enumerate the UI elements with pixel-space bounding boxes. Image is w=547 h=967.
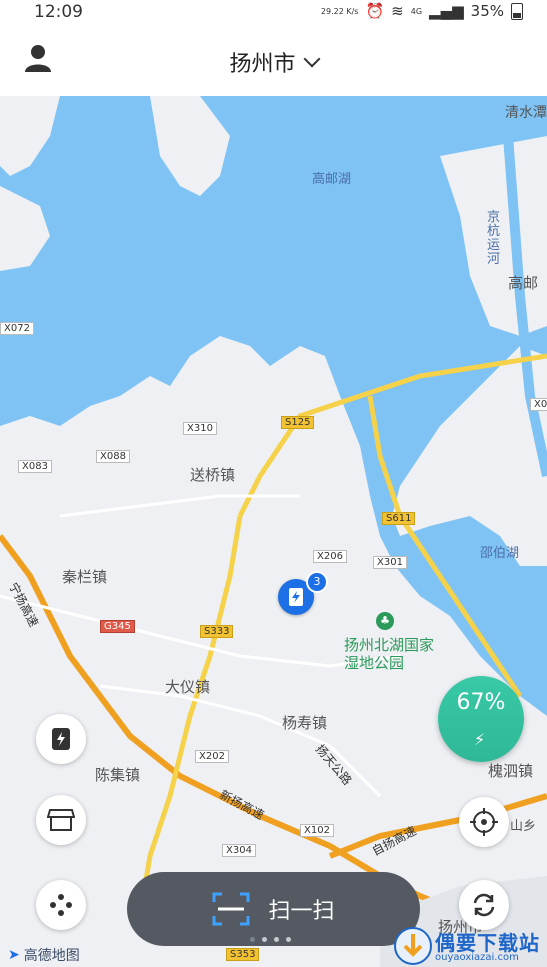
refresh-button[interactable]	[459, 880, 509, 930]
battery-gauge[interactable]: 67% ⚡	[438, 676, 524, 762]
road-tag-s125: S125	[281, 416, 315, 429]
road-tag-s333: S333	[200, 625, 234, 638]
road-tag-x304: X304	[222, 844, 256, 857]
page-dot	[274, 937, 279, 942]
map-label-gaoyou-lake: 高邮湖	[312, 172, 352, 187]
road-tag-x0: X0	[530, 398, 547, 411]
road-tag-x102: X102	[300, 824, 334, 837]
wifi-icon: ≋	[391, 2, 404, 20]
charging-pile-icon	[52, 728, 70, 750]
scan-label: 扫一扫	[268, 899, 335, 924]
crosshair-icon	[470, 808, 498, 836]
map-label-qingshui: 清水潭	[505, 105, 547, 121]
battery-icon	[511, 2, 523, 20]
map-label-shanxiang: 山乡	[510, 819, 537, 834]
scan-button[interactable]: 扫一扫	[127, 872, 420, 946]
station-count-badge: 3	[306, 571, 328, 593]
road-tag-s611: S611	[382, 512, 416, 525]
map-label-chenji: 陈集镇	[95, 766, 141, 784]
signal-label: 4G	[410, 6, 423, 16]
road-tag-x206: X206	[313, 550, 347, 563]
map-park-marker: ♣	[376, 612, 394, 630]
battery-level: 67%	[456, 690, 506, 715]
road-tag-s353: S353	[226, 948, 260, 961]
map-label-huaisi: 槐泗镇	[488, 762, 534, 780]
map-provider-name: 高德地图	[23, 948, 80, 964]
signal-icon: ▂▄▆	[429, 2, 464, 20]
scan-icon	[212, 892, 250, 926]
store-icon	[47, 809, 75, 831]
lightning-icon: ⚡	[474, 730, 486, 749]
map-label-park: 扬州北湖国家湿地公园	[344, 636, 435, 672]
road-tag-g345: G345	[100, 620, 135, 633]
site-watermark: 偶要下载站 ouyaoxiazai.com	[393, 925, 547, 967]
map-provider-logo: ➤ 高德地图	[8, 945, 80, 965]
map-label-canal: 京杭运河	[487, 210, 501, 267]
dots-menu-icon	[50, 894, 72, 916]
status-icons: 29.22 K/s ⏰ ≋ 4G ▂▄▆ 35%	[321, 2, 523, 20]
more-button[interactable]	[36, 880, 86, 930]
refresh-icon	[473, 893, 495, 917]
battery-percent: 35%	[470, 2, 504, 20]
road-tag-x202: X202	[195, 750, 229, 763]
status-bar: 12:09 29.22 K/s ⏰ ≋ 4G ▂▄▆ 35%	[0, 0, 547, 24]
charging-station-marker[interactable]: 3	[278, 571, 328, 615]
watermark-url: ouyaoxiazai.com	[435, 952, 519, 963]
map-label-qinlan: 秦栏镇	[62, 568, 108, 586]
app-header: 扬州市	[0, 24, 547, 96]
road-tag-x310: X310	[183, 422, 217, 435]
city-name: 扬州市	[229, 52, 296, 77]
road-tag-x072: X072	[0, 322, 34, 335]
page-dot	[250, 937, 255, 942]
watermark-logo	[394, 927, 432, 965]
map-label-dayi: 大仪镇	[165, 678, 211, 696]
city-selector[interactable]: 扬州市	[0, 46, 547, 78]
map-label-yangshou: 杨寿镇	[282, 714, 328, 732]
road-tag-x301: X301	[373, 556, 407, 569]
store-button[interactable]	[36, 795, 86, 845]
net-speed: 29.22 K/s	[320, 6, 359, 16]
status-time: 12:09	[34, 2, 83, 22]
page-indicator	[250, 937, 291, 942]
chevron-down-icon	[303, 50, 320, 68]
road-tag-x088: X088	[96, 450, 130, 463]
map-label-gaoyou: 高邮	[508, 274, 539, 292]
alarm-icon: ⏰	[365, 2, 385, 20]
page-dot	[262, 937, 267, 942]
page-dot	[286, 937, 291, 942]
map-label-shaobo-lake: 邵伯湖	[480, 546, 520, 561]
charging-pile-button[interactable]	[36, 714, 86, 764]
arrow-logo-icon: ➤	[8, 947, 20, 963]
locate-button[interactable]	[459, 797, 509, 847]
road-tag-x083: X083	[18, 460, 52, 473]
map-label-songqiao: 送桥镇	[190, 466, 236, 484]
